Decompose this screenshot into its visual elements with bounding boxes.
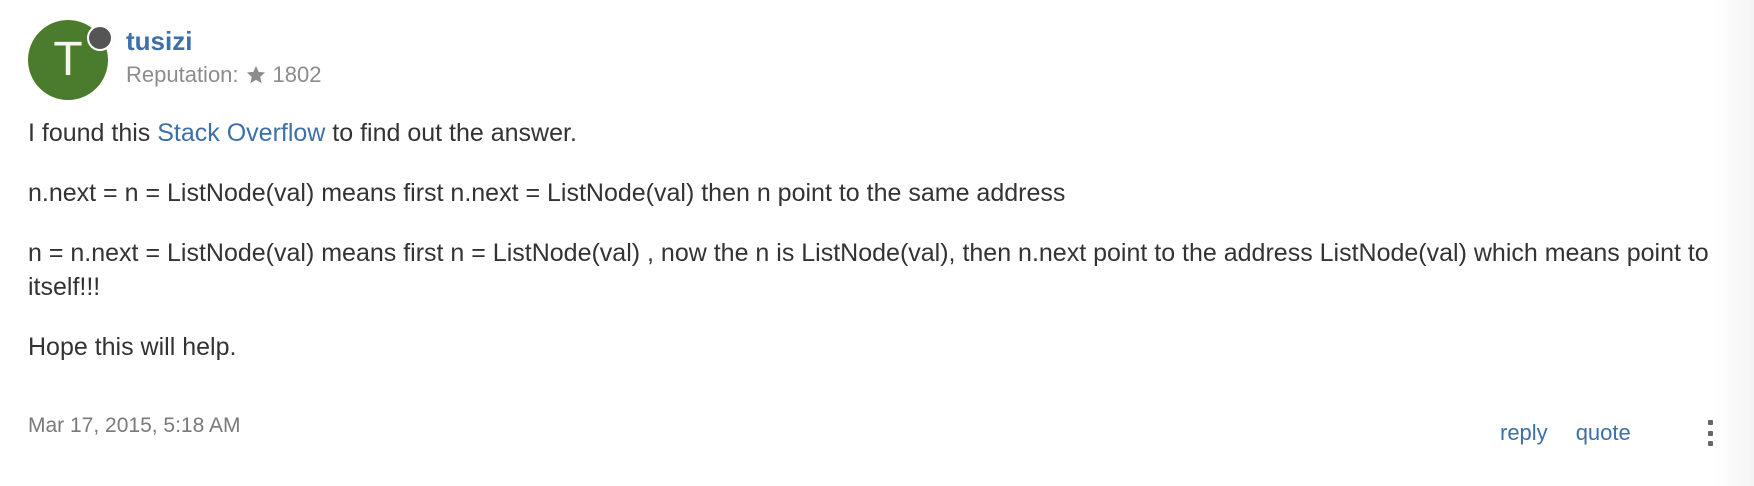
star-icon (246, 65, 265, 84)
post-header: T tusizi Reputation: 1802 (28, 20, 321, 100)
reputation-value: 1802 (272, 62, 322, 87)
paragraph-3: n = n.next = ListNode(val) means first n… (28, 239, 1709, 301)
stack-overflow-link[interactable]: Stack Overflow (157, 119, 325, 147)
post-container: T tusizi Reputation: 1802 I found this S… (0, 0, 1754, 486)
intro-prefix: I found this (28, 119, 158, 147)
ellipsis-dot (1707, 441, 1713, 446)
quote-button[interactable]: quote (1576, 420, 1631, 446)
username-link[interactable]: tusizi (126, 26, 321, 56)
avatar-container[interactable]: T (28, 20, 113, 100)
paragraph-2: n.next = n = ListNode(val) means first n… (28, 179, 1066, 207)
online-status-icon (87, 25, 113, 51)
ellipsis-dot (1707, 420, 1713, 425)
intro-suffix: to find out the answer. (325, 119, 577, 147)
user-meta: tusizi Reputation: 1802 (126, 26, 321, 88)
paragraph-intro: I found this Stack Overflow to find out … (28, 116, 1728, 150)
ellipsis-dot (1707, 430, 1713, 436)
post-content: I found this Stack Overflow to find out … (28, 116, 1728, 390)
reputation-label: Reputation: (126, 62, 239, 87)
paragraph-4: Hope this will help. (28, 333, 237, 361)
reply-button[interactable]: reply (1500, 420, 1548, 446)
reputation: Reputation: 1802 (126, 62, 321, 88)
vertical-ellipsis-icon[interactable] (1704, 420, 1716, 446)
post-actions: reply quote (1500, 420, 1659, 446)
post-timestamp[interactable]: Mar 17, 2015, 5:18 AM (28, 414, 240, 438)
